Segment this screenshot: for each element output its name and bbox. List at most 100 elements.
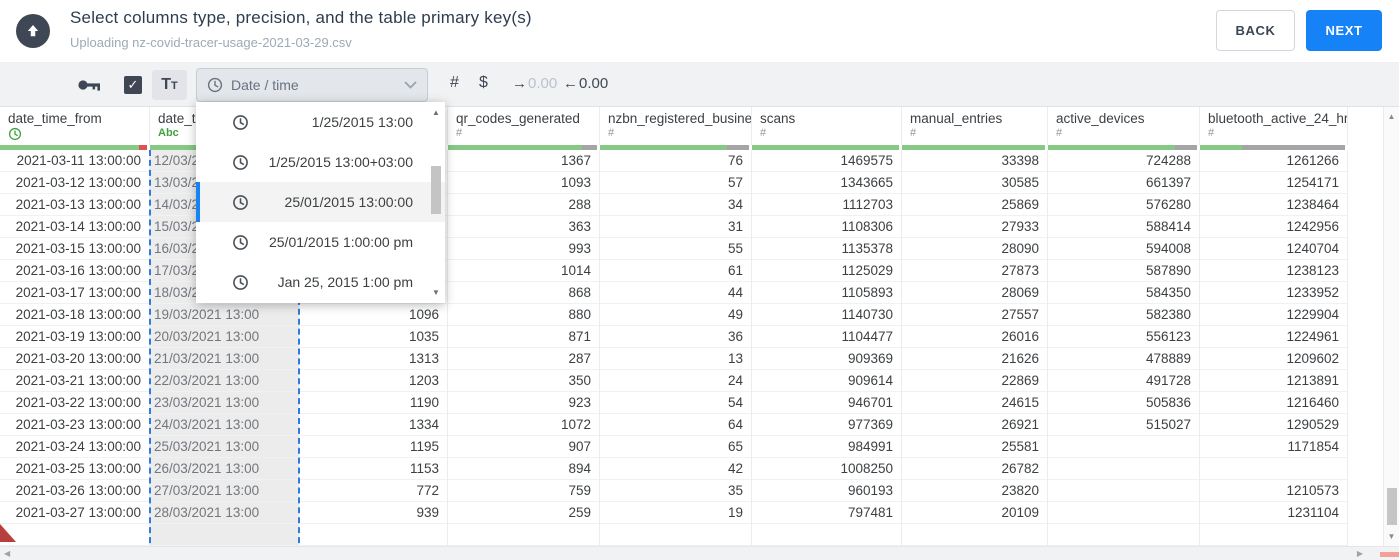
table-cell: 582380 [1048,304,1200,326]
table-cell: 259 [448,502,600,524]
column-header-nzbn_registered_busine[interactable]: nzbn_registered_busine # [600,107,752,145]
table-cell: 907 [448,436,600,458]
page-title: Select columns type, precision, and the … [70,8,532,27]
table-cell: 1008250 [752,458,902,480]
column-name: manual_entries [910,111,1003,126]
dropdown-item-label: 1/25/2015 13:00 [311,114,413,130]
column-header-active_devices[interactable]: active_devices # [1048,107,1200,145]
table-cell: 797481 [752,502,902,524]
dropdown-scrollbar[interactable]: ▲ ▼ [428,102,444,303]
table-cell: 1209602 [1200,348,1348,370]
scroll-up-icon[interactable]: ▲ [1384,112,1399,121]
selected-column-left-border [149,150,151,553]
table-cell: 27933 [902,216,1048,238]
column-type-indicator: # [608,127,615,139]
table-cell: 515027 [1048,414,1200,436]
table-cell: 13 [600,348,752,370]
column-name: scans [760,111,796,126]
increase-decimal-button[interactable]: →0.00 [512,75,557,92]
dropdown-item[interactable]: 1/25/2015 13:00+03:00 [196,142,445,182]
table-cell [902,524,1048,546]
table-cell: 363 [448,216,600,238]
column-type-indicator: # [1208,127,1215,139]
table-cell: 22869 [902,370,1048,392]
column-header-date_time_from[interactable]: date_time_from [0,107,150,145]
table-cell: 1210573 [1200,480,1348,502]
column-header-manual_entries[interactable]: manual_entries # [902,107,1048,145]
table-cell: 2021-03-25 13:00:00 [0,458,150,480]
table-cell: 1014 [448,260,600,282]
table-cell: 2021-03-26 13:00:00 [0,480,150,502]
dropdown-item[interactable]: Jan 25, 2015 1:00 pm [196,262,445,302]
table-cell: 1213891 [1200,370,1348,392]
scroll-right-icon[interactable]: ▶ [1357,549,1363,558]
table-cell: 20109 [902,502,1048,524]
table-cell [1048,524,1200,546]
dropdown-item[interactable]: 25/01/2015 13:00:00 [196,182,445,222]
clock-icon [233,114,248,130]
text-type-button[interactable]: Tt [152,70,187,100]
column-type-select[interactable]: Date / time [196,68,428,102]
table-cell: 1224961 [1200,326,1348,348]
table-cell: 1135378 [752,238,902,260]
dropdown-item-label: 25/01/2015 1:00:00 pm [268,234,413,250]
table-cell: 1072 [448,414,600,436]
toolbar-checkbox[interactable]: ✓ [124,76,142,94]
next-button[interactable]: NEXT [1306,10,1382,51]
dropdown-item-label: 1/25/2015 13:00+03:00 [268,154,413,170]
table-cell: 55 [600,238,752,260]
table-cell: 2021-03-13 13:00:00 [0,194,150,216]
table-cell: 1096 [299,304,448,326]
column-header-scans[interactable]: scans # [752,107,902,145]
table-cell [299,524,448,546]
table-cell: 27/03/2021 13:00 [150,480,299,502]
table-cell [752,524,902,546]
dropdown-item[interactable]: 25/01/2015 1:00:00 pm [196,222,445,262]
clock-icon [233,274,248,290]
column-type-indicator: # [910,127,917,139]
table-row [0,524,1399,546]
table-cell: 1108306 [752,216,902,238]
table-row: 2021-03-23 13:00:00 24/03/2021 13:00 1334 1… [0,414,1399,436]
table-cell: 556123 [1048,326,1200,348]
table-cell: 24615 [902,392,1048,414]
column-header-bluetooth_active_24_hr_[interactable]: bluetooth_active_24_hr_ # [1200,107,1348,145]
table-cell: 1233952 [1200,282,1348,304]
dropdown-item[interactable]: 1/25/2015 13:00 [196,102,445,142]
scroll-up-icon[interactable]: ▲ [428,108,444,117]
table-cell: 76 [600,150,752,172]
table-cell: 1367 [448,150,600,172]
table-cell [1048,480,1200,502]
table-cell: 35 [600,480,752,502]
type-dropdown-items: 1/25/2015 13:00 1/25/2015 13:00+03:00 25… [196,102,445,302]
back-button[interactable]: BACK [1216,10,1295,51]
table-cell [0,524,150,546]
dropdown-scrollbar-thumb[interactable] [431,166,441,214]
table-cell: 1112703 [752,194,902,216]
table-cell: 1231104 [1200,502,1348,524]
scroll-down-icon[interactable]: ▼ [428,288,444,297]
currency-type-button[interactable]: $ [479,74,488,92]
decrease-decimal-button[interactable]: ←0.00 [563,75,608,92]
scroll-down-icon[interactable]: ▼ [1384,532,1399,541]
horizontal-scrollbar[interactable]: ◀ ▶ [0,546,1399,560]
import-wizard-screen: { "header": { "title": "Select columns t… [0,0,1399,560]
column-header-qr_codes_generated[interactable]: qr_codes_generated # [448,107,600,145]
table-cell: 54 [600,392,752,414]
vertical-scrollbar[interactable]: ▲ ▼ [1383,107,1399,546]
table-cell: 20/03/2021 13:00 [150,326,299,348]
table-cell: 44 [600,282,752,304]
table-cell: 27873 [902,260,1048,282]
table-cell: 61 [600,260,752,282]
table-cell: 1093 [448,172,600,194]
table-cell: 2021-03-21 13:00:00 [0,370,150,392]
vertical-scrollbar-thumb[interactable] [1387,488,1397,525]
primary-key-icon[interactable] [78,77,102,98]
scroll-left-icon[interactable]: ◀ [4,549,10,558]
table-cell: 26016 [902,326,1048,348]
clock-icon [233,194,248,210]
table-cell: 505836 [1048,392,1200,414]
table-cell: 1216460 [1200,392,1348,414]
table-cell: 2021-03-15 13:00:00 [0,238,150,260]
number-type-button[interactable]: # [450,74,459,92]
